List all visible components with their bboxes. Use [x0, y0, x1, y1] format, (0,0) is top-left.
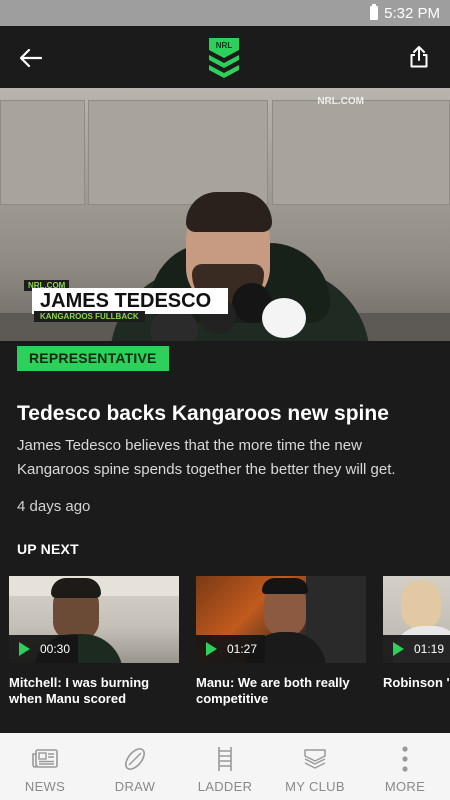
- play-icon: [19, 642, 30, 656]
- cabinet: [272, 100, 450, 205]
- ladder-icon: [210, 745, 240, 773]
- cabinet: [0, 100, 85, 205]
- up-next-carousel[interactable]: 00:30 Mitchell: I was burning when Manu …: [9, 576, 450, 726]
- status-time: 5:32 PM: [384, 4, 440, 22]
- nav-label: NEWS: [24, 779, 66, 794]
- video-duration: 00:30: [40, 642, 71, 656]
- nav-label: DRAW: [114, 779, 156, 794]
- battery-icon: [370, 4, 379, 20]
- newspaper-icon: [30, 745, 60, 773]
- nav-label: MY CLUB: [285, 779, 345, 794]
- cabinet: [88, 100, 268, 205]
- video-title: Mitchell: I was burning when Manu scored: [9, 675, 150, 706]
- video-title: Manu: We are both really competitive: [196, 675, 350, 706]
- arrow-left-icon: [20, 49, 42, 67]
- video-title: Robinson 'o with debut a: [383, 675, 450, 690]
- video-play-bar: 01:27: [196, 635, 266, 663]
- video-duration: 01:19: [414, 642, 445, 656]
- back-button[interactable]: [16, 43, 46, 73]
- more-vertical-icon: [390, 745, 420, 773]
- video-thumbnail: 01:19: [383, 576, 450, 663]
- app-bar: NRL: [0, 26, 450, 88]
- bottom-navigation: NEWS DRAW LADDER MY CLUB MORE: [0, 733, 450, 800]
- person-hair: [186, 192, 272, 232]
- nav-item-news[interactable]: NEWS: [0, 733, 90, 800]
- video-play-bar: 01:19: [383, 635, 450, 663]
- status-bar: 5:32 PM: [0, 0, 450, 26]
- play-icon: [393, 642, 404, 656]
- video-duration: 01:27: [227, 642, 258, 656]
- category-badge[interactable]: REPRESENTATIVE: [17, 346, 169, 371]
- up-next-heading: UP NEXT: [17, 541, 79, 557]
- nav-item-more[interactable]: MORE: [360, 733, 450, 800]
- video-thumbnail: 01:27: [196, 576, 366, 663]
- club-icon: [300, 745, 330, 773]
- watermark: NRL.COM: [317, 96, 364, 107]
- nrl-logo: NRL: [206, 36, 242, 78]
- nav-item-my-club[interactable]: MY CLUB: [270, 733, 360, 800]
- nav-label: MORE: [384, 779, 426, 794]
- nav-item-ladder[interactable]: LADDER: [180, 733, 270, 800]
- nav-label: LADDER: [197, 779, 253, 794]
- article-summary: James Tedesco believes that the more tim…: [17, 437, 396, 478]
- microphone: [262, 298, 306, 338]
- video-card[interactable]: 01:19 Robinson 'o with debut a: [383, 576, 450, 691]
- football-icon: [120, 745, 150, 773]
- video-card[interactable]: 01:27 Manu: We are both really competiti…: [196, 576, 366, 707]
- video-play-bar: 00:30: [9, 635, 79, 663]
- share-button[interactable]: [404, 42, 434, 72]
- play-icon: [206, 642, 217, 656]
- svg-text:NRL: NRL: [216, 41, 233, 50]
- nav-item-draw[interactable]: DRAW: [90, 733, 180, 800]
- article-title: Tedesco backs Kangaroos new spine: [17, 402, 389, 425]
- share-icon: [410, 46, 428, 68]
- video-card[interactable]: 00:30 Mitchell: I was burning when Manu …: [9, 576, 179, 707]
- caption-role: KANGAROOS FULLBACK: [34, 311, 145, 322]
- video-thumbnail: 00:30: [9, 576, 179, 663]
- article-timestamp: 4 days ago: [17, 498, 91, 515]
